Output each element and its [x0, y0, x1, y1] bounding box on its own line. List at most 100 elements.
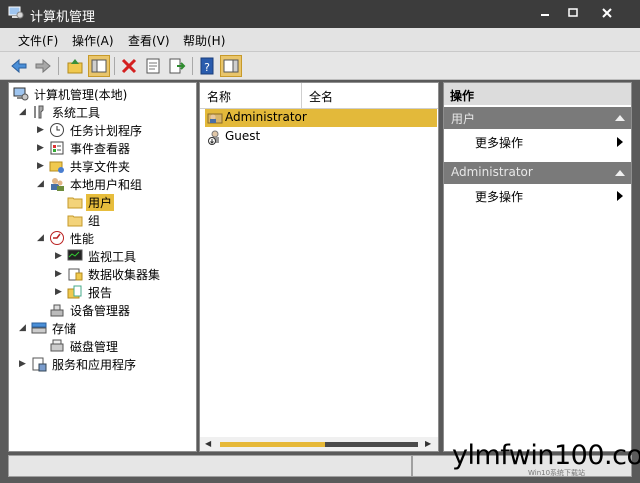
menu-view[interactable]: 查看(V): [128, 32, 170, 49]
more-actions-item[interactable]: 更多操作: [444, 186, 631, 206]
menu-file[interactable]: 文件(F): [18, 32, 58, 49]
more-actions-label: 更多操作: [475, 136, 524, 150]
tree-item-groups[interactable]: 组: [55, 211, 190, 229]
tree-item-label: 计算机管理(本地): [34, 88, 128, 102]
tree-item-services-applications[interactable]: ▶ 服务和应用程序: [19, 355, 194, 373]
submenu-arrow-icon: [617, 191, 623, 201]
scroll-left-icon[interactable]: ◀: [205, 440, 213, 448]
disabled-user-icon: [208, 130, 219, 145]
task-scheduler-icon: [50, 123, 64, 137]
console-tree: 计算机管理(本地) ◢ 系统工具 ▶ 任务计划程序 ▶ 事件查看器 ▶ 共享文件…: [8, 82, 197, 452]
toolbar: ?: [0, 52, 640, 80]
column-header-full-name[interactable]: 全名: [302, 83, 438, 109]
list-item-name: Administrator: [225, 110, 307, 124]
expand-icon[interactable]: ▶: [55, 287, 65, 297]
properties-button[interactable]: [142, 55, 164, 77]
collapse-icon[interactable]: ◢: [37, 179, 47, 189]
up-level-button[interactable]: [64, 55, 86, 77]
action-group-administrator[interactable]: Administrator: [444, 162, 631, 184]
disk-management-icon: [50, 339, 64, 352]
expand-icon[interactable]: ▶: [37, 161, 47, 171]
tree-item-reports[interactable]: ▶ 报告: [55, 283, 192, 301]
export-list-button[interactable]: [166, 55, 188, 77]
collapse-up-icon[interactable]: [615, 115, 625, 121]
horizontal-scrollbar[interactable]: ◀ ▶: [200, 437, 438, 451]
tree-item-users[interactable]: 用户: [55, 193, 190, 211]
forward-button[interactable]: [32, 55, 54, 77]
minimize-button[interactable]: [532, 3, 558, 23]
tree-item-data-collector-sets[interactable]: ▶ 数据收集器集: [55, 265, 192, 283]
collapse-icon[interactable]: ◢: [19, 323, 29, 333]
minimize-icon: [541, 14, 549, 16]
tree-item-performance[interactable]: ◢ 性能: [37, 229, 192, 247]
submenu-arrow-icon: [617, 137, 623, 147]
action-group-users[interactable]: 用户: [444, 107, 631, 129]
back-arrow-icon: [11, 58, 27, 74]
show-hide-action-pane-button[interactable]: [220, 55, 242, 77]
tree-item-system-tools[interactable]: ◢ 系统工具: [19, 103, 189, 121]
collapse-icon[interactable]: ◢: [37, 233, 47, 243]
restore-button[interactable]: [560, 3, 586, 23]
tree-item-label: 报告: [88, 286, 113, 300]
help-button[interactable]: ?: [196, 55, 218, 77]
back-button[interactable]: [8, 55, 30, 77]
expand-icon[interactable]: ▶: [37, 143, 47, 153]
computer-management-icon: [8, 6, 24, 19]
folder-icon: [67, 215, 83, 227]
folder-icon: [67, 197, 83, 209]
action-group-title: Administrator: [451, 165, 533, 179]
performance-icon: [50, 231, 64, 245]
tree-item-label: 磁盘管理: [70, 340, 119, 354]
toolbar-separator: [114, 57, 115, 75]
menu-action[interactable]: 操作(A): [72, 32, 114, 49]
site-watermark-subtitle: Win10系统下载站: [528, 469, 586, 477]
toolbar-separator: [192, 57, 193, 75]
list-item-administrator[interactable]: Administrator: [205, 109, 437, 127]
window-title: 计算机管理: [30, 10, 96, 25]
scroll-right-icon[interactable]: ▶: [425, 440, 433, 448]
system-tools-icon: [34, 105, 44, 119]
services-apps-icon: [32, 357, 47, 372]
column-header-name[interactable]: 名称: [200, 83, 302, 109]
tree-item-event-viewer[interactable]: ▶ 事件查看器: [37, 139, 192, 157]
event-viewer-icon: [50, 141, 64, 155]
tree-item-label: 数据收集器集: [88, 268, 161, 282]
tree-item-local-users-groups[interactable]: ◢ 本地用户和组: [37, 175, 192, 193]
tree-item-label: 性能: [70, 232, 95, 246]
expand-icon[interactable]: ▶: [37, 125, 47, 135]
properties-icon: [146, 58, 160, 74]
more-actions-item[interactable]: 更多操作: [444, 132, 631, 152]
action-pane-icon: [223, 59, 239, 73]
menu-bar: 文件(F) 操作(A) 查看(V) 帮助(H): [0, 28, 640, 52]
close-icon: [602, 8, 612, 18]
close-button[interactable]: [594, 3, 620, 23]
title-bar: 计算机管理: [0, 0, 640, 28]
report-icon: [67, 285, 82, 299]
folder-up-icon: [67, 59, 83, 74]
delete-button[interactable]: [118, 55, 140, 77]
scroll-thumb[interactable]: [220, 442, 325, 447]
collapse-icon[interactable]: ◢: [19, 107, 29, 117]
tree-item-label: 用户: [86, 194, 115, 211]
tree-item-device-manager[interactable]: 设备管理器: [37, 301, 192, 319]
tree-item-label: 系统工具: [52, 106, 101, 120]
help-icon: ?: [200, 57, 214, 75]
show-hide-tree-button[interactable]: [88, 55, 110, 77]
action-pane-title: 操作: [444, 83, 631, 105]
tree-item-computer-management[interactable]: 计算机管理(本地): [13, 85, 193, 103]
tree-item-task-scheduler[interactable]: ▶ 任务计划程序: [37, 121, 192, 139]
tree-item-label: 任务计划程序: [70, 124, 143, 138]
expand-icon[interactable]: ▶: [55, 251, 65, 261]
tree-item-label: 设备管理器: [70, 304, 131, 318]
expand-icon[interactable]: ▶: [55, 269, 65, 279]
delete-icon: [121, 58, 137, 74]
tree-item-shared-folders[interactable]: ▶ 共享文件夹: [37, 157, 192, 175]
tree-item-disk-management[interactable]: 磁盘管理: [37, 337, 192, 355]
tree-item-storage[interactable]: ◢ 存储: [19, 319, 189, 337]
list-item-name: Guest: [225, 129, 261, 143]
expand-icon[interactable]: ▶: [19, 359, 29, 369]
collapse-up-icon[interactable]: [615, 170, 625, 176]
tree-item-monitoring-tools[interactable]: ▶ 监视工具: [55, 247, 192, 265]
menu-help[interactable]: 帮助(H): [183, 32, 225, 49]
list-item-guest[interactable]: Guest: [205, 128, 437, 146]
